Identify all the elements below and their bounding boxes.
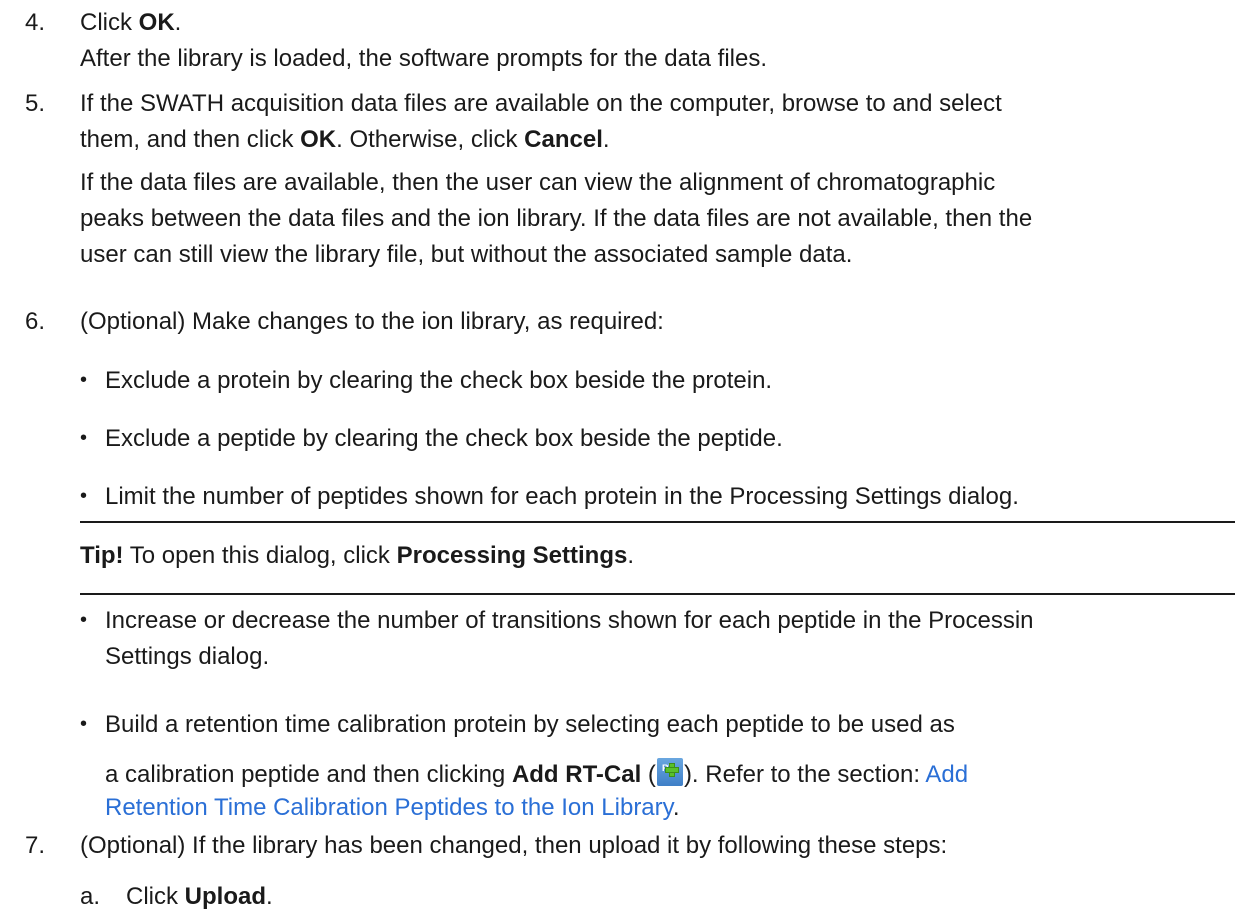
upload-label: Upload <box>184 883 266 910</box>
step-4-result: After the library is loaded, the softwar… <box>80 45 767 72</box>
add-rt-cal-label: Add RT-Cal <box>511 761 642 788</box>
step-7-line1: (Optional) If the library has been chang… <box>80 832 948 859</box>
bullet-dot: • <box>80 713 88 735</box>
step-number: 4. <box>25 9 46 36</box>
bullet-dot: • <box>80 369 88 391</box>
bullet-dot: • <box>80 427 88 449</box>
step-number: 6. <box>25 308 46 335</box>
step-5-line1: If the SWATH acquisition data files are … <box>80 90 1002 117</box>
tip-box: Tip! To open this dialog, click Processi… <box>80 521 1235 595</box>
add-rt-cal-section-link[interactable]: Add <box>925 761 968 788</box>
tip-label: Tip! <box>80 542 124 569</box>
cancel-label: Cancel <box>524 126 603 153</box>
ok-label: OK <box>138 9 175 36</box>
add-rt-cal-icon: RT <box>656 758 683 786</box>
processing-settings-label: Processing Settings <box>396 542 628 569</box>
step-5-line2: them, and then click OK. Otherwise, clic… <box>80 126 610 153</box>
step-number: 5. <box>25 90 46 117</box>
bullet-dot: • <box>80 609 88 631</box>
ok-label: OK <box>300 126 337 153</box>
tip-text: Tip! To open this dialog, click Processi… <box>80 542 634 569</box>
substep-letter: a. <box>80 883 101 910</box>
step-5-para2-l1: If the data files are available, then th… <box>80 169 996 196</box>
step-5-para2-l2: peaks between the data files and the ion… <box>80 205 1033 232</box>
step-4-instruction: Click OK. <box>80 9 182 36</box>
bullet-dot: • <box>80 485 88 507</box>
add-rt-cal-section-link-cont[interactable]: Retention Time Calibration Peptides to t… <box>105 794 673 821</box>
step-number: 7. <box>25 832 46 859</box>
substep-a-text: Click Upload. <box>126 883 273 910</box>
step-6-line1: (Optional) Make changes to the ion libra… <box>80 308 664 335</box>
step-5-para2-l3: user can still view the library file, bu… <box>80 241 853 268</box>
